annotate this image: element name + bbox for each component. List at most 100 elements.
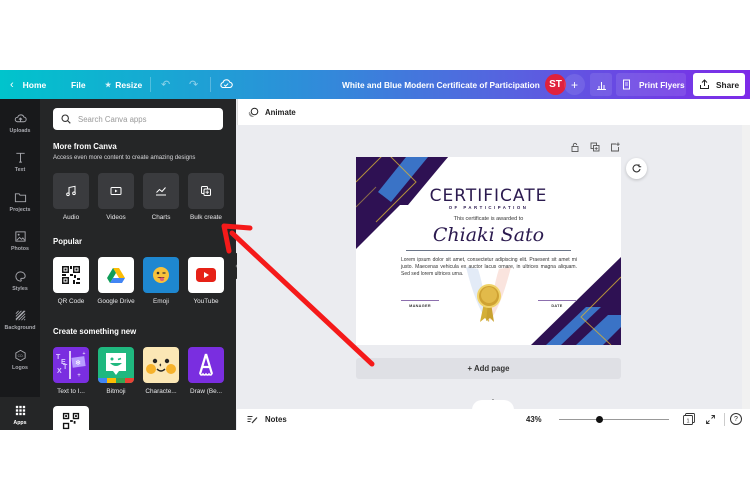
certificate-title: CERTIFICATE [429, 186, 548, 206]
search-icon [61, 114, 71, 124]
notes-icon [247, 416, 258, 424]
cloud-upload-icon [14, 114, 27, 123]
bar-chart-icon [596, 81, 606, 90]
more-from-canva-subtitle: Access even more content to create amazi… [53, 155, 196, 161]
app-label: Audio [62, 214, 80, 221]
rail-item-photos[interactable]: Photos [0, 223, 40, 259]
add-page-icon[interactable] [610, 142, 620, 152]
help-button[interactable]: ? [730, 413, 742, 425]
insights-button[interactable] [590, 73, 612, 96]
app-tile-text-to-image[interactable]: T E X T ❄ + + [53, 347, 89, 383]
page-view-icon[interactable]: 1 [683, 413, 695, 425]
app-label: Emoji [153, 298, 169, 305]
refresh-icon [632, 164, 642, 173]
print-flyers-label: Print Flyers [639, 79, 685, 90]
rail-item-apps[interactable]: Apps [0, 397, 40, 430]
user-avatar[interactable]: ST [545, 74, 566, 95]
notes-label: Notes [265, 415, 287, 424]
editor-subtoolbar: Animate [237, 99, 750, 125]
app-label: YouTube [193, 298, 219, 305]
svg-text:CO.: CO. [17, 354, 23, 358]
magic-refresh-button[interactable] [626, 158, 647, 179]
notes-button[interactable]: Notes [247, 415, 287, 424]
app-tile-qr-code[interactable] [53, 257, 89, 293]
side-rail: Uploads Text Projects Photos Styles Back… [0, 99, 40, 430]
app-tile-videos[interactable] [98, 173, 134, 209]
certificate-awarded-text: This certificate is awarded to [453, 216, 524, 222]
rail-label: Uploads [9, 128, 31, 134]
search-box[interactable] [53, 108, 223, 130]
zoom-percentage[interactable]: 43% [526, 415, 542, 424]
app-tile-character-builder[interactable] [143, 347, 179, 383]
app-tile-qr-generator[interactable] [53, 406, 89, 430]
popular-heading: Popular [53, 237, 83, 246]
share-button[interactable]: Share [693, 73, 745, 96]
toolbar-divider [150, 77, 151, 92]
animate-icon [248, 107, 259, 117]
add-collaborator-button[interactable]: + [564, 74, 585, 95]
duplicate-page-icon[interactable] [590, 142, 600, 152]
svg-text:+: + [77, 373, 81, 379]
resize-label: Resize [115, 79, 143, 90]
redo-icon: ↷ [189, 79, 199, 91]
more-from-canva-heading: More from Canva [53, 142, 117, 151]
add-page-button[interactable]: + Add page [356, 358, 621, 379]
app-tile-charts[interactable] [143, 173, 179, 209]
app-label: Google Drive [97, 298, 135, 305]
certificate-page[interactable]: CERTIFICATE OF PARTICIPATION This certif… [356, 157, 621, 345]
zoom-slider-track[interactable] [559, 419, 669, 420]
app-tile-google-drive[interactable] [98, 257, 134, 293]
document-title[interactable]: White and Blue Modern Certificate of Par… [342, 70, 540, 99]
chart-line-icon [156, 187, 166, 196]
app-label: Bitmoji [106, 388, 126, 395]
google-drive-icon [107, 268, 125, 283]
manager-signature-line [401, 300, 439, 301]
zoom-slider-handle[interactable] [596, 416, 604, 423]
app-label: Videos [106, 214, 126, 221]
rail-item-projects[interactable]: Projects [0, 184, 40, 220]
rail-item-text[interactable]: Text [0, 144, 40, 180]
lock-icon[interactable] [570, 142, 580, 152]
file-menu-button[interactable]: File [71, 70, 86, 99]
undo-button[interactable]: ↶ [161, 70, 170, 99]
logo-icon: CO. [14, 349, 26, 362]
app-tile-bitmoji[interactable] [98, 347, 134, 383]
manager-label: MANAGER [409, 304, 431, 308]
search-input[interactable] [78, 114, 208, 124]
svg-text:❄: ❄ [75, 359, 81, 367]
animate-button[interactable]: Animate [248, 107, 296, 118]
chevron-up-icon: ˆ [492, 400, 494, 406]
certificate-subtitle: OF PARTICIPATION [448, 205, 529, 210]
app-tile-draw[interactable] [188, 347, 224, 383]
home-label: Home [22, 79, 47, 90]
qr-code-icon [62, 266, 80, 284]
vertical-scrollbar[interactable] [742, 125, 750, 409]
svg-text:X: X [57, 368, 62, 375]
redo-button[interactable]: ↷ [189, 70, 198, 99]
home-button[interactable]: ‹ Home [10, 70, 46, 99]
app-tile-youtube[interactable] [188, 257, 224, 293]
rail-label: Photos [11, 246, 29, 252]
rail-item-background[interactable]: Background [0, 302, 40, 338]
rail-item-uploads[interactable]: Uploads [0, 105, 40, 141]
date-signature-line [538, 300, 576, 301]
crown-icon: ★ [105, 81, 112, 89]
app-label: Charts [151, 214, 171, 221]
print-flyers-button[interactable]: Print Flyers [616, 73, 686, 96]
help-icon: ? [734, 415, 738, 423]
resize-button[interactable]: ★ Resize [105, 70, 142, 99]
app-label: Characte... [145, 388, 177, 395]
rail-item-styles[interactable]: Styles [0, 263, 40, 299]
character-icon [146, 358, 176, 374]
photos-icon [14, 231, 26, 242]
app-tile-emoji[interactable] [143, 257, 179, 293]
date-label: DATE [551, 304, 563, 308]
cloud-saved-icon[interactable] [219, 77, 233, 91]
bottom-divider [724, 413, 725, 426]
emoji-icon [153, 267, 169, 283]
text-to-image-icon: T E X T ❄ + + [56, 351, 86, 379]
app-tile-audio[interactable] [53, 173, 89, 209]
fullscreen-icon[interactable] [705, 414, 716, 425]
app-tile-bulk-create[interactable] [188, 173, 224, 209]
rail-item-logos[interactable]: CO. Logos [0, 342, 40, 378]
